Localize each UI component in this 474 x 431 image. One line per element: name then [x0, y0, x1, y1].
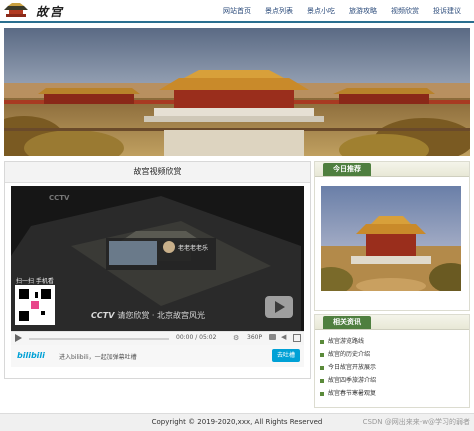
site-header: 故宫 网站首页 景点列表 景点小吃 旅游攻略 视频欣赏 投诉建议 [0, 0, 474, 23]
related-link-text: 故宫的历史介绍 [328, 351, 371, 358]
banner-image [4, 28, 470, 156]
settings-icon[interactable]: ⚙ [233, 334, 239, 342]
bullet-icon [320, 365, 324, 370]
recommend-box: 今日推荐 [314, 161, 470, 311]
bullet-icon [320, 339, 324, 344]
progress-bar[interactable] [29, 338, 169, 340]
related-link[interactable]: 故宫四季旅游介绍 [320, 374, 469, 387]
video-section-title: 故宫视频欣赏 [5, 162, 310, 183]
csdn-watermark: CSDN @网出来来-w@学习的弱者 [362, 418, 470, 426]
video-panel: 故宫视频欣赏 CCTV 老老老老乐 扫一扫 手机看 CCTV 请您欣赏 · 北京… [4, 161, 311, 379]
related-title: 相关资讯 [323, 316, 371, 329]
related-link-text: 今日故宫开放展示 [328, 364, 377, 371]
related-info-box: 相关资讯 故宫游览路线 故宫的历史介绍 今日故宫开放展示 故宫四季旅游介绍 故宫… [314, 314, 470, 408]
caption-text: 请您欣赏 · 北京故宫风光 [117, 311, 206, 320]
bullet-icon [320, 378, 324, 383]
site-title: 故宫 [36, 5, 65, 19]
recommend-image[interactable] [321, 186, 461, 291]
bilibili-logo[interactable]: bilibili [17, 351, 45, 360]
related-link[interactable]: 故宫游览路线 [320, 335, 469, 348]
nav-attractions[interactable]: 景点列表 [258, 4, 300, 18]
nav-feedback[interactable]: 投诉建议 [426, 4, 468, 18]
nav-snacks[interactable]: 景点小吃 [300, 4, 342, 18]
time-display: 00:00 / 05:02 [176, 334, 217, 341]
related-link-text: 故宫四季旅游介绍 [328, 377, 377, 384]
bilibili-bar: bilibili 进入bilibili，一起加弹幕吐槽 去吐槽 [11, 345, 304, 367]
play-button[interactable] [265, 296, 293, 318]
related-link-text: 故宫春节寒暑观复 [328, 390, 377, 397]
bullet-icon [320, 391, 324, 396]
quality-label[interactable]: 360P [247, 334, 262, 341]
related-link[interactable]: 故宫的历史介绍 [320, 348, 469, 361]
qr-caption: 扫一扫 手机看 [16, 278, 54, 285]
video-player[interactable]: CCTV 老老老老乐 扫一扫 手机看 CCTV 请您欣赏 · 北京故宫风光 [11, 186, 304, 331]
uploader-name[interactable]: 老老老老乐 [178, 243, 208, 252]
related-links: 故宫游览路线 故宫的历史介绍 今日故宫开放展示 故宫四季旅游介绍 故宫春节寒暑观… [315, 330, 469, 400]
bullet-icon [320, 352, 324, 357]
danmaku-icon[interactable] [269, 334, 276, 340]
related-header: 相关资讯 [315, 315, 469, 330]
palace-thumbnail [321, 186, 461, 291]
related-link[interactable]: 故宫春节寒暑观复 [320, 387, 469, 400]
forbidden-city-panorama [4, 28, 470, 156]
header-divider [0, 21, 474, 23]
site-footer: Copyright © 2019-2020,xxx, All Rights Re… [0, 413, 474, 431]
bilibili-prompt: 进入bilibili，一起加弹幕吐槽 [59, 354, 137, 361]
play-icon[interactable] [15, 334, 22, 342]
fullscreen-icon[interactable] [293, 334, 301, 342]
cctv-caption: CCTV [91, 311, 115, 320]
recommend-title: 今日推荐 [323, 163, 371, 176]
recommend-header: 今日推荐 [315, 162, 469, 177]
related-link[interactable]: 今日故宫开放展示 [320, 361, 469, 374]
palace-logo [4, 3, 28, 17]
main-nav: 网站首页 景点列表 景点小吃 旅游攻略 视频欣赏 投诉建议 [216, 4, 468, 18]
volume-icon[interactable]: ◀ [281, 333, 286, 341]
related-link-text: 故宫游览路线 [328, 338, 365, 345]
nav-guides[interactable]: 旅游攻略 [342, 4, 384, 18]
comment-button[interactable]: 去吐槽 [272, 349, 300, 362]
channel-mark: CCTV [49, 194, 70, 202]
nav-videos[interactable]: 视频欣赏 [384, 4, 426, 18]
player-controls: 00:00 / 05:02 ⚙ 360P ◀ [11, 331, 304, 345]
video-caption: CCTV 请您欣赏 · 北京故宫风光 [91, 310, 205, 321]
nav-home[interactable]: 网站首页 [216, 4, 258, 18]
